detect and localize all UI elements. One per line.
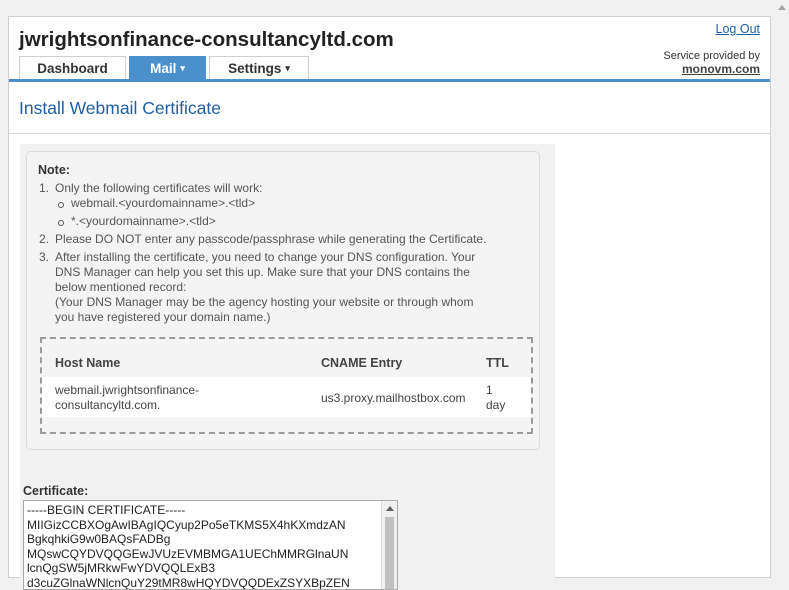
certificate-line: MIIGizCCBXOgAwIBAgIQCyup2Po5eTKMS5X4hKXm… [27,518,346,533]
certificate-line: lcnQgSW5jMRkwFwYDVQQLExB3 [27,561,215,576]
table-header-row: Host Name CNAME Entry TTL [42,339,531,377]
page-title: Install Webmail Certificate [19,98,221,119]
cell-cname: us3.proxy.mailhostbox.com [321,391,466,406]
service-provided-label: Service provided by [663,50,760,62]
note-subitem: *.<yourdomainname>.<tld> [71,214,216,229]
note-heading: Note: [38,163,70,177]
note-box: Note: 1. Only the following certificates… [26,151,540,450]
cell-host-line: consultancyltd.com. [55,398,160,413]
certificate-line: MQswCQYDVQQGEwJVUzEVMBMGA1UEChMMRGlnaUN [27,547,348,562]
tab-mail[interactable]: Mail ▾ [129,56,206,79]
certificate-line: BgkqhkiG9w0BAQsFADBg [27,532,170,547]
logout-link[interactable]: Log Out [716,22,760,36]
note-item-line: After installing the certificate, you ne… [55,250,475,265]
certificate-label: Certificate: [23,484,88,498]
cell-host-line: webmail.jwrightsonfinance- [55,383,199,398]
note-item-line: (Your DNS Manager may be the agency host… [55,295,473,310]
tab-dashboard-label: Dashboard [37,61,108,76]
certificate-line: d3cuZGlnaWNlcnQuY29tMR8wHQYDVQQDExZSYXBp… [27,576,350,590]
site-title: jwrightsonfinance-consultancyltd.com [19,28,394,52]
tab-settings-label: Settings [228,61,281,76]
note-item-line: DNS Manager can help you set this up. Ma… [55,265,470,280]
chevron-down-icon: ▾ [285,63,290,74]
note-item-text: Please DO NOT enter any passcode/passphr… [55,232,486,247]
tab-dashboard[interactable]: Dashboard [19,56,126,79]
note-item-line: you have registered your domain name.) [55,310,270,325]
certificate-textarea[interactable]: -----BEGIN CERTIFICATE----- MIIGizCCBXOg… [23,500,398,590]
note-item-number: 2. [39,232,49,247]
bullet-icon [58,220,64,226]
note-item-number: 3. [39,250,49,265]
app-frame: jwrightsonfinance-consultancyltd.com Log… [8,16,771,578]
certificate-scrollbar[interactable] [381,501,397,589]
tab-mail-label: Mail [150,61,176,76]
dns-record-table: Host Name CNAME Entry TTL webmail.jwrigh… [40,337,533,434]
note-item-line: below mentioned record: [55,280,186,295]
note-item-number: 1. [39,181,49,196]
cell-ttl-line: day [486,398,505,413]
divider [9,133,770,134]
note-item-text: Only the following certificates will wor… [55,181,262,196]
provider-link[interactable]: monovm.com [682,62,760,76]
column-header-cname: CNAME Entry [321,356,402,370]
content-panel: Note: 1. Only the following certificates… [20,144,555,584]
cell-ttl-line: 1 [486,383,493,398]
scroll-thumb[interactable] [385,517,394,590]
scroll-up-arrow-icon[interactable] [778,5,786,10]
bullet-icon [58,202,64,208]
certificate-line: -----BEGIN CERTIFICATE----- [27,503,185,518]
page-scrollbar[interactable] [775,0,789,570]
chevron-down-icon: ▾ [180,63,185,74]
tab-bar-underline [9,79,770,82]
column-header-host: Host Name [55,356,120,370]
column-header-ttl: TTL [486,356,509,370]
scroll-up-arrow-icon[interactable] [386,506,394,511]
note-subitem: webmail.<yourdomainname>.<tld> [71,196,255,211]
table-row: webmail.jwrightsonfinance- consultancylt… [42,377,531,417]
tab-settings[interactable]: Settings ▾ [209,56,309,79]
